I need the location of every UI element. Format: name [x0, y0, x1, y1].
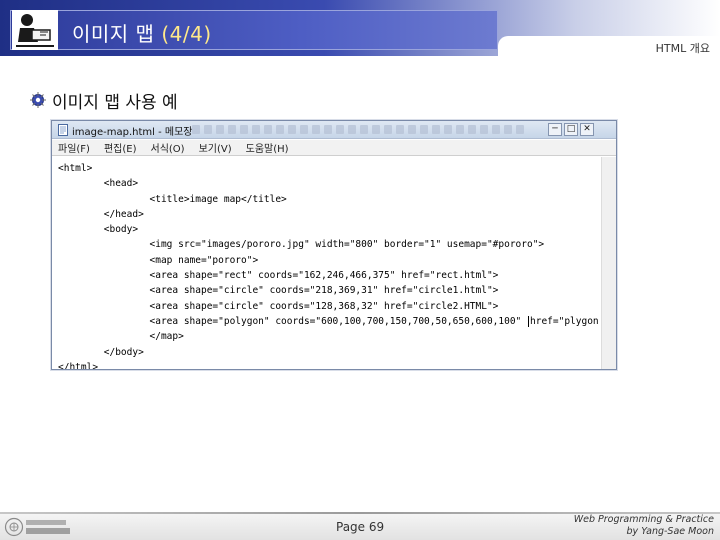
toolbar-icon — [240, 125, 248, 134]
toolbar-icon — [468, 125, 476, 134]
close-button[interactable]: ✕ — [580, 123, 594, 136]
code-line: <head> — [58, 178, 139, 190]
toolbar-icon — [384, 125, 392, 134]
code-line: <map name="pororo"> — [58, 254, 259, 266]
toolbar-icon — [192, 125, 200, 134]
section-label: HTML 개요 — [655, 42, 710, 55]
notepad-title: image-map.html - 메모장 — [72, 127, 193, 138]
course-name: Web Programming & Practice — [573, 514, 714, 525]
author-name: by Yang-Sae Moon — [626, 526, 714, 537]
menu-file[interactable]: 파일(F) — [58, 140, 90, 155]
notepad-titlebar[interactable]: image-map.html - 메모장 ─ □ ✕ — [52, 121, 616, 139]
menu-edit[interactable]: 편집(E) — [104, 140, 137, 155]
toolbar-icon — [216, 125, 224, 134]
toolbar-icon — [312, 125, 320, 134]
code-line: <area shape="rect" coords="162,246,466,3… — [58, 270, 499, 282]
page-title: 이미지 맵 (4/4) — [72, 18, 212, 46]
toolbar-icon — [336, 125, 344, 134]
code-line: </html> — [58, 361, 99, 369]
maximize-button[interactable]: □ — [564, 123, 578, 136]
code-line: <body> — [58, 224, 139, 236]
toolbar-icon — [288, 125, 296, 134]
code-line: </head> — [58, 208, 144, 220]
toolbar-icons — [192, 125, 524, 135]
university-logo-icon — [4, 517, 70, 537]
toolbar-icon — [228, 125, 236, 134]
vertical-scrollbar[interactable] — [601, 157, 616, 369]
page-title-counter: (4/4) — [161, 22, 212, 46]
toolbar-icon — [492, 125, 500, 134]
code-line: <img src="images/pororo.jpg" width="800"… — [58, 239, 545, 251]
toolbar-icon — [396, 125, 404, 134]
toolbar-icon — [264, 125, 272, 134]
toolbar-icon — [204, 125, 212, 134]
toolbar-icon — [300, 125, 308, 134]
toolbar-icon — [252, 125, 260, 134]
code-line: </body> — [58, 346, 144, 358]
page-number: Page 69 — [336, 520, 385, 534]
toolbar-icon — [504, 125, 512, 134]
footer-credit: Web Programming & Practice by Yang-Sae M… — [574, 514, 714, 538]
notepad-text-area[interactable]: <html> <head> <title>image map</title> <… — [52, 157, 600, 369]
code-line: <area shape="circle" coords="218,369,31"… — [58, 285, 499, 297]
code-line-with-caret: <area shape="polygon" coords="600,100,70… — [58, 314, 600, 329]
page-title-text: 이미지 맵 — [72, 22, 162, 46]
code-line: <title>image map</title> — [58, 193, 287, 205]
toolbar-icon — [408, 125, 416, 134]
toolbar-icon — [456, 125, 464, 134]
bullet-heading: 이미지 맵 사용 예 — [52, 93, 178, 113]
menu-view[interactable]: 보기(V) — [199, 140, 232, 155]
menu-format[interactable]: 서식(O) — [151, 140, 185, 155]
toolbar-icon — [372, 125, 380, 134]
toolbar-icon — [480, 125, 488, 134]
notepad-window: image-map.html - 메모장 ─ □ ✕ 파일(F) 편집(E) 서… — [51, 120, 617, 370]
toolbar-icon — [276, 125, 284, 134]
notepad-menubar: 파일(F) 편집(E) 서식(O) 보기(V) 도움말(H) — [52, 140, 616, 156]
minimize-button[interactable]: ─ — [548, 123, 562, 136]
code-line: </map> — [58, 331, 184, 343]
toolbar-icon — [432, 125, 440, 134]
code-line: <area shape="circle" coords="128,368,32"… — [58, 300, 499, 312]
toolbar-icon — [516, 125, 524, 134]
window-controls: ─ □ ✕ — [548, 123, 594, 136]
toolbar-icon — [324, 125, 332, 134]
toolbar-icon — [420, 125, 428, 134]
toolbar-icon — [348, 125, 356, 134]
text-caret — [528, 315, 529, 327]
code-line-head: <area shape="polygon" coords="600,100,70… — [58, 315, 527, 327]
bullet-icon — [30, 92, 46, 108]
menu-help[interactable]: 도움말(H) — [246, 140, 289, 155]
toolbar-icon — [444, 125, 452, 134]
notepad-app-icon — [58, 124, 68, 136]
code-line-tail: href="plygon.html"> — [530, 315, 600, 327]
presenter-logo-icon — [12, 10, 58, 50]
toolbar-icon — [360, 125, 368, 134]
code-line: <html> — [58, 163, 93, 174]
